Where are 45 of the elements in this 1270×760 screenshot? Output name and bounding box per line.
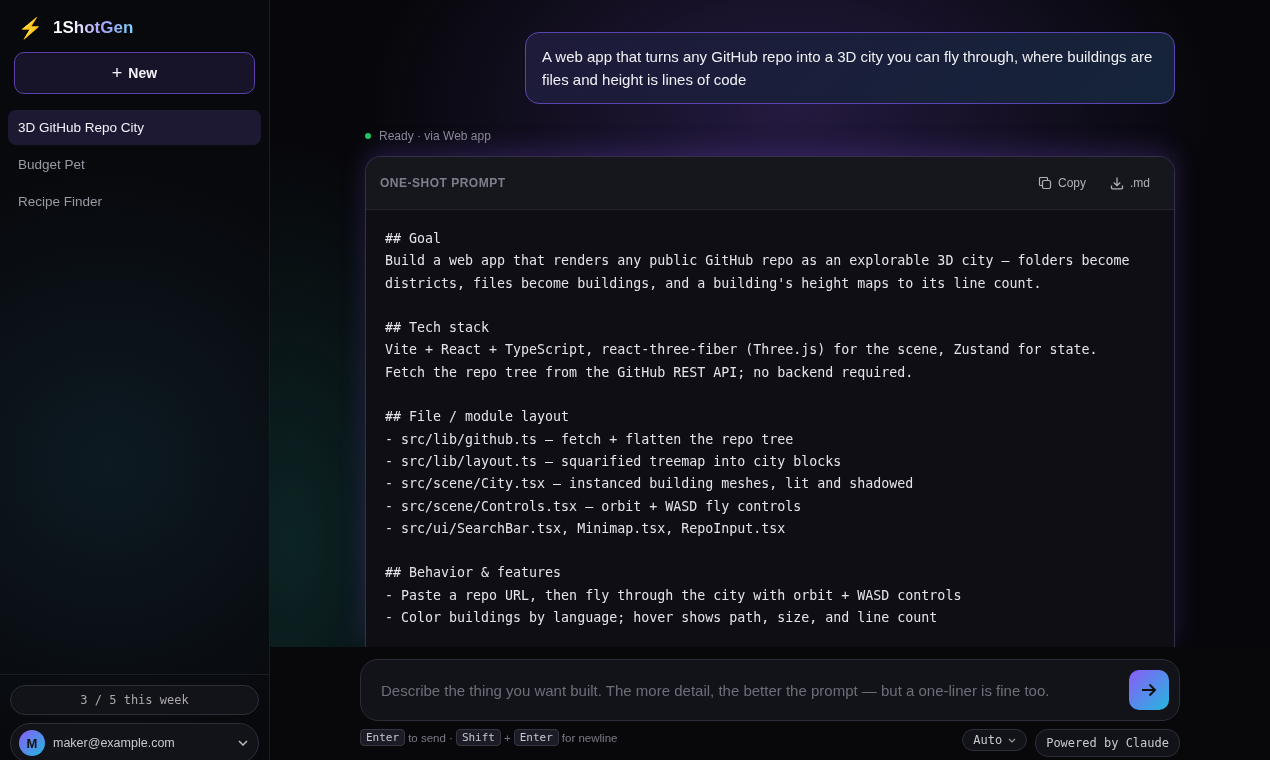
code-line: ## Behavior & features bbox=[385, 564, 563, 583]
code-line: - src/lib/layout.ts — squarified treemap into city blocks bbox=[385, 452, 843, 471]
code-line: districts, files become buildings, and a building's height maps to its line count. bbox=[385, 274, 1043, 293]
download-button[interactable]: .md bbox=[1098, 170, 1162, 196]
code-line: - Color buildings by language; hover shows path, size, and line count bbox=[385, 609, 939, 628]
hint-text: to send · bbox=[408, 731, 453, 744]
history-item[interactable]: Recipe Finder bbox=[8, 184, 261, 219]
status-text: Ready · via Web app bbox=[379, 129, 491, 143]
code-line: Fetch the repo tree from the GitHub REST API; no backend required. bbox=[385, 363, 915, 382]
code-line: - src/ui/SearchBar.tsx, Minimap.tsx, RepoInput.tsx bbox=[385, 519, 787, 538]
hint-text: + bbox=[504, 731, 511, 744]
chevron-icon bbox=[238, 740, 248, 747]
key-cap: Enter bbox=[513, 729, 559, 747]
hint-text: for newline bbox=[561, 731, 618, 744]
code-line: - src/scene/Controls.tsx — orbit + WASD fly controls bbox=[385, 497, 803, 516]
powered-by-badge: Powered by Claude bbox=[1035, 729, 1180, 758]
avatar: M bbox=[19, 730, 45, 757]
download-icon bbox=[1110, 176, 1124, 190]
new-button[interactable]: + New bbox=[14, 52, 255, 94]
code-line: ## Tech stack bbox=[385, 319, 491, 338]
code-line: ## Goal bbox=[385, 230, 443, 248]
composer-field[interactable]: Describe the thing you want built. The more detail, the better the prompt — but a one-liner is fine too. bbox=[360, 659, 1180, 722]
account-menu[interactable]: M maker@example.com bbox=[10, 723, 259, 760]
chevron-icon bbox=[1008, 737, 1017, 743]
usage-counter: 3 / 5 this week bbox=[10, 685, 259, 716]
code-line: Vite + React + TypeScript, react-three-fiber (Three.js) for the scene, Zustand for state. bbox=[385, 341, 1099, 360]
send-button[interactable] bbox=[1129, 670, 1169, 711]
history-item[interactable]: 3D GitHub Repo City bbox=[8, 110, 261, 145]
copy-icon bbox=[1037, 176, 1052, 190]
bolt-logo: ⚡ bbox=[18, 18, 43, 38]
model-select[interactable]: Auto bbox=[962, 729, 1028, 752]
code-line: - Paste a repo URL, then fly through the city with orbit + WASD controls bbox=[385, 586, 963, 605]
key-cap: Shift bbox=[455, 729, 501, 747]
account-email: maker@example.com bbox=[53, 736, 176, 751]
arrow-icon bbox=[1141, 683, 1157, 698]
key-cap: Enter bbox=[360, 729, 406, 747]
code-line: - src/scene/City.tsx — instanced building meshes, lit and shadowed bbox=[385, 475, 915, 494]
code-line: - src/lib/github.ts — fetch + flatten the repo tree bbox=[385, 430, 795, 449]
copy-button[interactable]: Copy bbox=[1025, 170, 1098, 196]
history-item[interactable]: Budget Pet bbox=[8, 147, 261, 182]
code-line: Build a web app that renders any public GitHub repo as an explorable 3D city — folders become bbox=[385, 252, 1131, 271]
user-message: A web app that turns any GitHub repo into a 3D city you can fly through, where buildings are files and height is lines of code bbox=[525, 32, 1175, 104]
code-line: ## File / module layout bbox=[385, 408, 571, 427]
card-title: ONE-SHOT PROMPT bbox=[380, 176, 507, 190]
prompt-input[interactable]: Describe the thing you want built. The more detail, the better the prompt — but a one-liner is fine too. bbox=[379, 680, 1129, 700]
